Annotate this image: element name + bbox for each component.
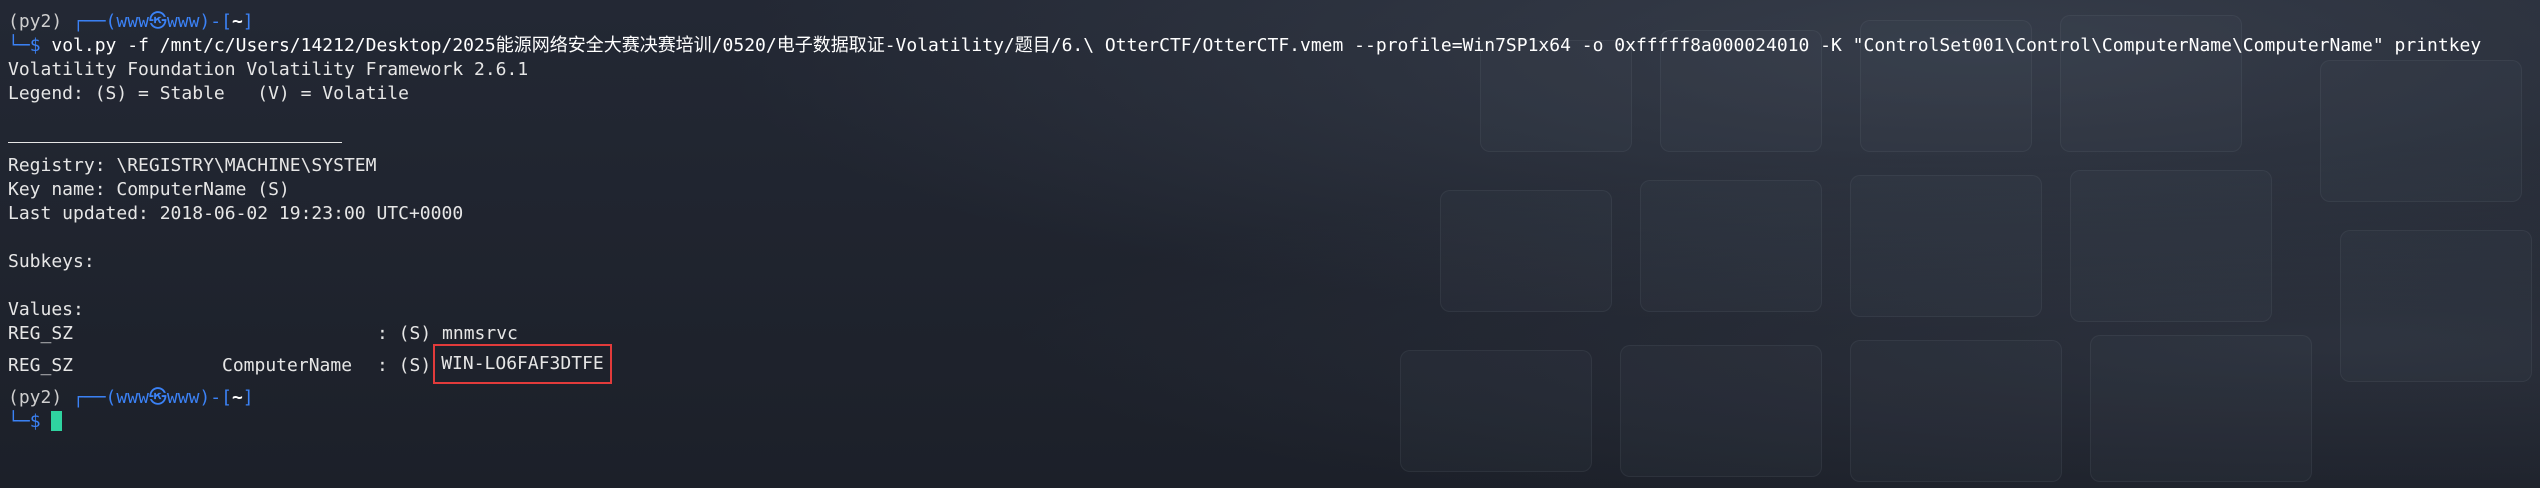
prompt-bracket: )-[	[199, 11, 232, 32]
value-name: ComputerName	[222, 355, 353, 376]
registry-line: Registry: \REGISTRY\MACHINE\SYSTEM	[8, 155, 377, 176]
framework-line: Volatility Foundation Volatility Framewo…	[8, 59, 529, 80]
key-name-line: Key name: ComputerName (S)	[8, 179, 290, 200]
legend-line: Legend: (S) = Stable (V) = Volatile	[8, 83, 409, 104]
prompt-corner: └─	[8, 35, 30, 56]
prompt-bracket: ]	[242, 387, 254, 408]
value-stability: : (S)	[377, 355, 432, 376]
highlight-box: WIN-LO6FAF3DTFE	[433, 344, 612, 384]
text-cursor[interactable]	[51, 411, 63, 431]
prompt-user: www㉿www	[116, 387, 200, 408]
value-type: REG_SZ	[8, 323, 74, 344]
value-row: REG_SZ ComputerName : (S) WIN-LO6FAF3DTFE	[8, 344, 2532, 384]
separator	[8, 130, 2532, 154]
command-text: vol.py -f /mnt/c/Users/14212/Desktop/202…	[51, 35, 2482, 56]
terminal-output: (py2) ┌──(www㉿www)-[~] └─$ vol.py -f /mn…	[8, 10, 2532, 434]
separator-rule	[8, 141, 342, 143]
prompt-bracket: ┌──(	[73, 11, 117, 32]
value-stability: : (S)	[377, 323, 432, 344]
prompt-bracket: )-[	[199, 387, 232, 408]
prompt-env: (py2)	[8, 387, 63, 408]
prompt-corner: └─	[8, 411, 30, 432]
prompt-dollar: $	[29, 411, 41, 432]
prompt-line: (py2) ┌──(www㉿www)-[~]	[8, 10, 2532, 34]
input-line[interactable]: └─$	[8, 410, 2532, 434]
prompt-bracket: ┌──(	[73, 387, 117, 408]
terminal-window[interactable]: (py2) ┌──(www㉿www)-[~] └─$ vol.py -f /mn…	[0, 0, 2540, 488]
value-type: REG_SZ	[8, 355, 74, 376]
subkeys-label: Subkeys:	[8, 251, 95, 272]
prompt-path: ~	[231, 11, 243, 32]
prompt-path: ~	[231, 387, 243, 408]
prompt-user: www㉿www	[116, 11, 200, 32]
value-row: REG_SZ : (S) mnmsrvc	[8, 322, 2532, 346]
prompt-line: (py2) ┌──(www㉿www)-[~]	[8, 386, 2532, 410]
computer-name-value: WIN-LO6FAF3DTFE	[441, 353, 604, 374]
values-label: Values:	[8, 299, 84, 320]
prompt-env: (py2)	[8, 11, 63, 32]
prompt-bracket: ]	[242, 11, 254, 32]
last-updated-line: Last updated: 2018-06-02 19:23:00 UTC+00…	[8, 203, 464, 224]
value-data: mnmsrvc	[442, 323, 518, 344]
prompt-dollar: $	[29, 35, 41, 56]
command-line: └─$ vol.py -f /mnt/c/Users/14212/Desktop…	[8, 34, 2532, 58]
